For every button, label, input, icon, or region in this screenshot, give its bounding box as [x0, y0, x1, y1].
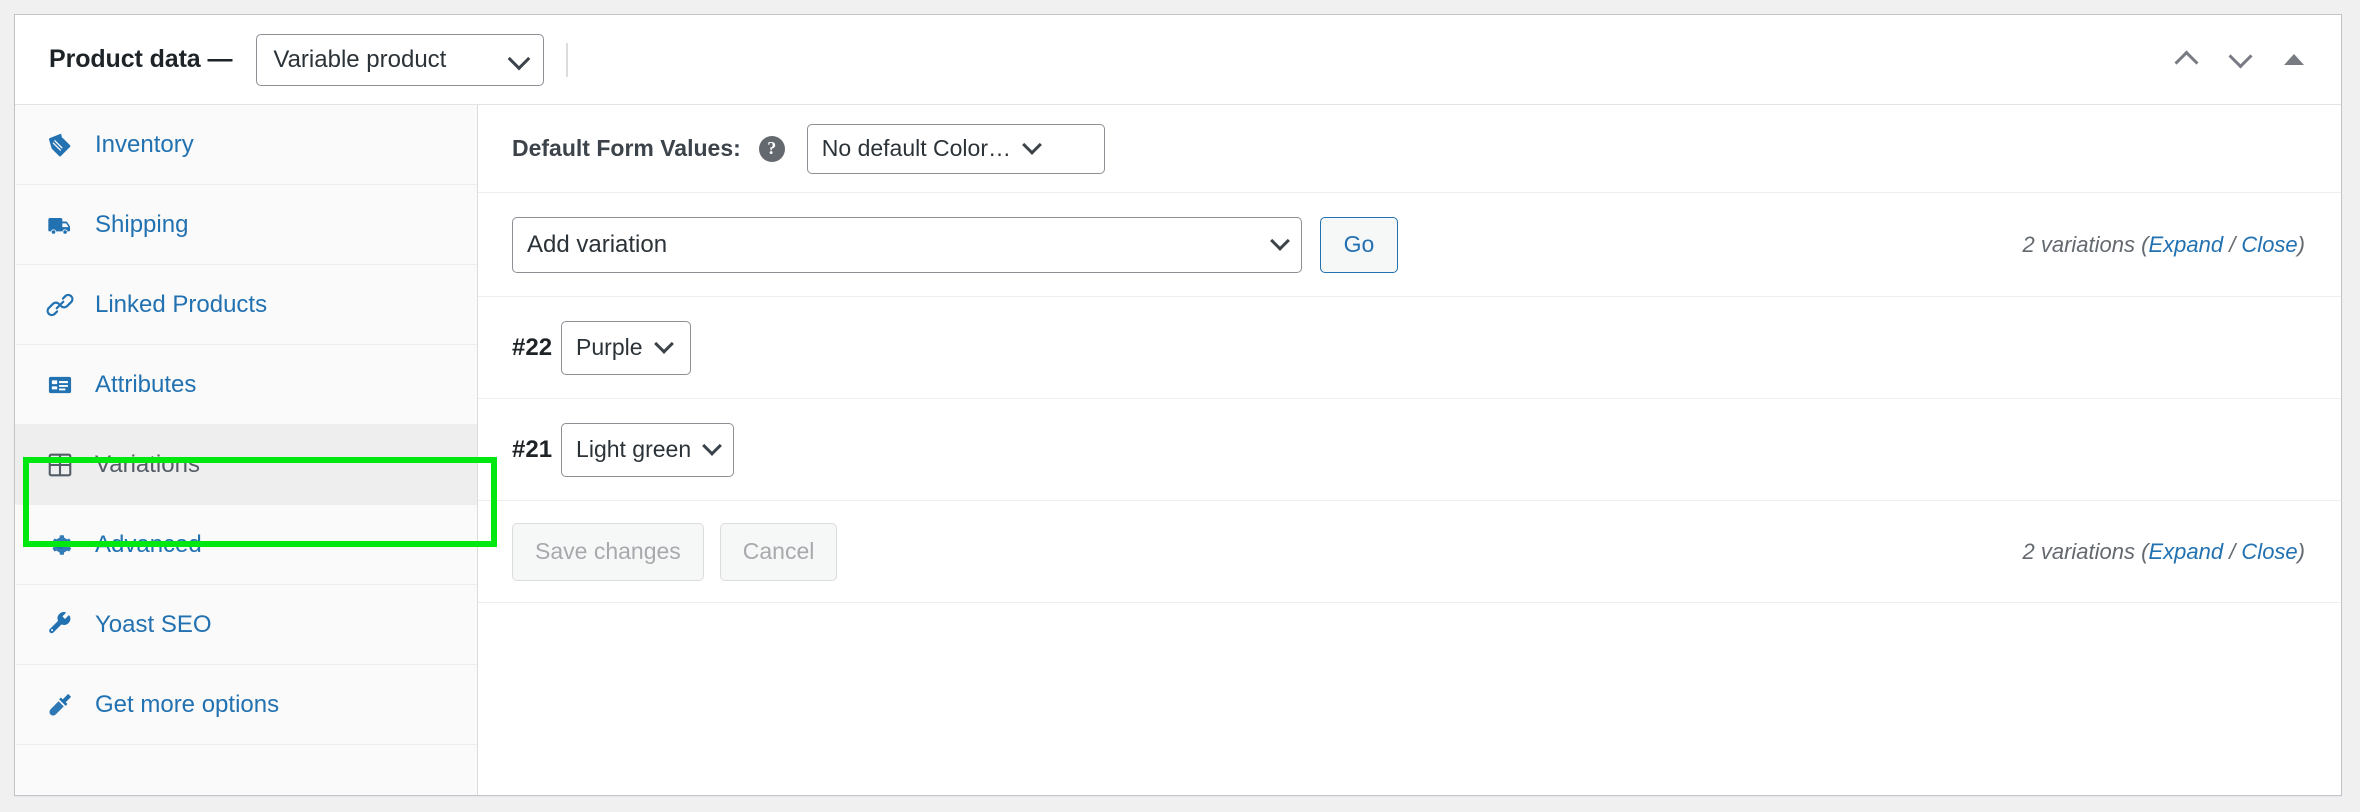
cancel-button[interactable]: Cancel — [720, 523, 838, 581]
chevron-down-icon — [702, 436, 722, 456]
paren-close: ) — [2298, 232, 2305, 257]
gear-icon — [45, 532, 75, 558]
panel-header: Product data — Variable product — [15, 15, 2341, 105]
tag-icon — [45, 131, 75, 159]
add-variation-select[interactable]: Add variation — [512, 217, 1302, 273]
chevron-up-icon — [2174, 50, 2198, 74]
move-up-button[interactable] — [2163, 37, 2209, 83]
paren-close: ) — [2298, 539, 2305, 564]
variations-empty-space — [478, 603, 2341, 795]
page-title: Product data — — [49, 45, 232, 74]
save-changes-button[interactable]: Save changes — [512, 523, 704, 581]
link-icon — [45, 291, 75, 319]
pagenav-separator: / — [2223, 539, 2241, 564]
sidebar-item-label: Get more options — [95, 691, 279, 719]
pagenav-separator: / — [2223, 232, 2241, 257]
chevron-down-icon — [1022, 135, 1042, 155]
header-actions — [2163, 37, 2317, 83]
variation-attribute-select[interactable]: Light green — [561, 423, 734, 477]
sidebar-item-get-more-options[interactable]: Get more options — [15, 665, 477, 745]
form-icon — [45, 371, 75, 399]
sidebar-item-label: Advanced — [95, 531, 202, 559]
variation-attribute-value: Light green — [562, 436, 691, 463]
plugin-icon — [45, 691, 75, 718]
table-row: #22 Purple — [478, 297, 2341, 399]
default-attribute-value: No default Color… — [808, 135, 1011, 162]
sidebar-item-variations[interactable]: Variations — [15, 425, 477, 505]
wrench-icon — [45, 611, 75, 638]
panel-body: Inventory Shipping — [15, 105, 2341, 795]
help-icon[interactable]: ? — [759, 136, 785, 162]
default-form-values-row: Default Form Values: ? No default Color… — [478, 105, 2341, 193]
product-data-tabs: Inventory Shipping — [15, 105, 478, 795]
chevron-down-icon — [1270, 231, 1290, 251]
variation-id: #21 — [512, 436, 552, 464]
variations-count: 2 variations — [2022, 539, 2135, 564]
chevron-down-icon — [2228, 44, 2252, 68]
expand-link[interactable]: Expand — [2148, 539, 2223, 564]
variations-toolbar: Add variation Go 2 variations (Expand / … — [478, 193, 2341, 297]
default-form-values-label: Default Form Values: — [512, 135, 741, 162]
variations-pagenav-bottom: 2 variations (Expand / Close) — [2022, 539, 2305, 565]
sidebar-item-label: Yoast SEO — [95, 611, 212, 639]
add-variation-value: Add variation — [513, 231, 667, 259]
chevron-down-icon — [508, 47, 531, 70]
variations-panel: Default Form Values: ? No default Color…… — [478, 105, 2341, 795]
sidebar-item-label: Variations — [95, 451, 200, 479]
table-row: #21 Light green — [478, 399, 2341, 501]
grid-icon — [45, 451, 75, 479]
variation-attribute-value: Purple — [562, 334, 642, 361]
close-link[interactable]: Close — [2241, 539, 2297, 564]
toggle-panel-button[interactable] — [2271, 37, 2317, 83]
product-data-panel: Product data — Variable product — [14, 14, 2342, 796]
sidebar-item-label: Inventory — [95, 131, 194, 159]
move-down-button[interactable] — [2217, 37, 2263, 83]
truck-icon — [45, 211, 75, 239]
variations-footer: Save changes Cancel 2 variations (Expand… — [478, 501, 2341, 603]
header-divider — [566, 43, 568, 77]
default-attribute-select[interactable]: No default Color… — [807, 124, 1105, 174]
sidebar-item-label: Shipping — [95, 211, 188, 239]
product-type-select[interactable]: Variable product — [256, 34, 544, 86]
sidebar-item-label: Linked Products — [95, 291, 267, 319]
sidebar-item-label: Attributes — [95, 371, 196, 399]
triangle-up-icon — [2284, 54, 2304, 65]
sidebar-item-attributes[interactable]: Attributes — [15, 345, 477, 425]
chevron-down-icon — [654, 334, 674, 354]
go-button[interactable]: Go — [1320, 217, 1398, 273]
variations-pagenav-top: 2 variations (Expand / Close) — [2022, 232, 2305, 258]
product-type-value: Variable product — [257, 46, 446, 74]
sidebar-item-yoast-seo[interactable]: Yoast SEO — [15, 585, 477, 665]
variation-id: #22 — [512, 334, 552, 362]
variations-count: 2 variations — [2022, 232, 2135, 257]
sidebar-item-shipping[interactable]: Shipping — [15, 185, 477, 265]
close-link[interactable]: Close — [2241, 232, 2297, 257]
sidebar-item-inventory[interactable]: Inventory — [15, 105, 477, 185]
sidebar-item-advanced[interactable]: Advanced — [15, 505, 477, 585]
expand-link[interactable]: Expand — [2148, 232, 2223, 257]
sidebar-item-linked-products[interactable]: Linked Products — [15, 265, 477, 345]
variation-attribute-select[interactable]: Purple — [561, 321, 691, 375]
